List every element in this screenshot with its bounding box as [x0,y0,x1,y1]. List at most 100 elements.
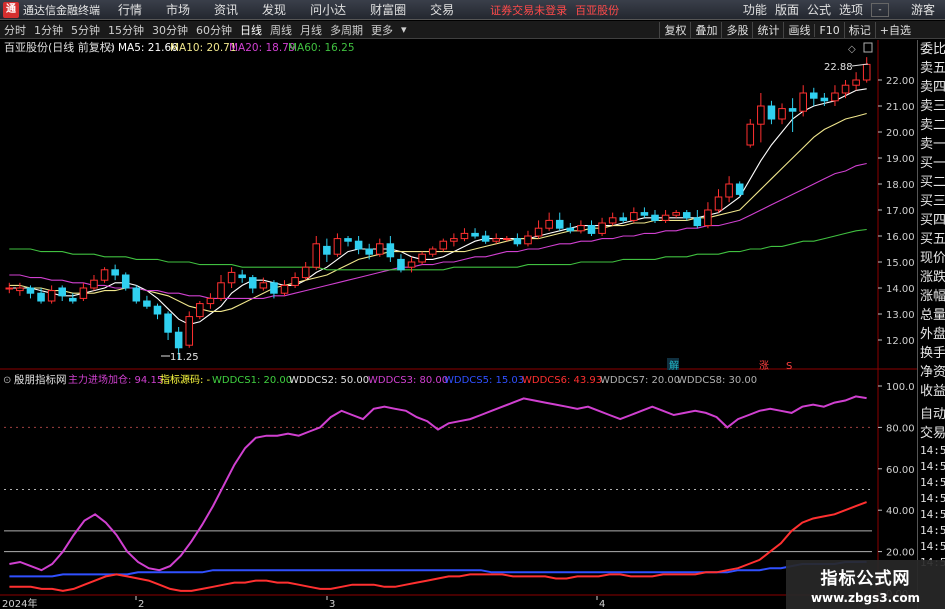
period-1min[interactable]: 1分钟 [30,22,67,38]
period-5min[interactable]: 5分钟 [67,22,104,38]
price-tick-label: 21.00 [886,102,915,113]
tick-time: 14:56 [920,492,945,505]
candle-body-up [291,277,299,286]
panel-trade[interactable]: 交易 [918,424,945,443]
candle-body-down [587,225,596,234]
menu-formula[interactable]: 公式 [807,1,831,18]
candle-body-up [534,227,543,237]
kline-chart-area[interactable]: 百亚股份(日线 前复权) ⊙ MA5: 21.66 MA10: 20.71 MA… [0,40,917,609]
event-marker-unlock[interactable]: 解 [669,359,679,372]
candle-body-down [153,305,162,315]
low-price-label: 11.25 [170,352,199,363]
tick-time: 14:56 [920,540,945,553]
price-tick-label: 17.00 [886,206,915,217]
panel-bid4[interactable]: 买四 [918,211,945,230]
panel-ask4[interactable]: 卖四 [918,78,945,97]
panel-ask5[interactable]: 卖五 [918,59,945,78]
panel-auto[interactable]: 自动 [918,405,945,424]
statistics-button[interactable]: 统计 [752,22,783,38]
f10-button[interactable]: F10 [814,23,843,37]
candle-body-up [746,123,755,146]
candle-body-up [418,253,426,263]
period-monthly[interactable]: 月线 [296,22,326,38]
period-intraday[interactable]: 分时 [0,22,30,38]
candle-body-down [481,235,490,242]
candle-body-up [100,269,109,281]
candle-body-up [375,243,384,255]
candle-body-down [693,217,702,227]
ma60-label: MA60: 16.25 [288,42,355,54]
candle-body-down [820,97,829,102]
period-multi[interactable]: 多周期 [326,22,367,38]
period-60min[interactable]: 60分钟 [192,22,236,38]
indicator-tick-label: 20.00 [886,548,915,559]
panel-ask1[interactable]: 卖一 [918,135,945,154]
wddcs5-label: WDDCS5: 15.03 [444,375,524,386]
candle-body-down [651,214,659,221]
watermark-url: www.zbgs3.com [810,591,921,605]
event-marker-s[interactable]: S [786,361,792,372]
candle-body-up [280,284,289,294]
candle-body-up [79,287,88,299]
adjust-button[interactable]: 复权 [659,22,690,38]
panel-bid2[interactable]: 买二 [918,173,945,192]
panel-bid1[interactable]: 买一 [918,154,945,173]
diamond-icon[interactable]: ◇ [848,44,856,55]
panel-current-price[interactable]: 现价 [918,249,945,268]
candle-body-down [238,274,246,279]
panel-bid5[interactable]: 买五 [918,230,945,249]
candle-body-up [206,297,215,305]
menu-discover[interactable]: 发现 [262,1,286,18]
candle-body-up [714,196,723,211]
period-daily[interactable]: 日线 [236,22,266,38]
add-watchlist-button[interactable]: +自选 [874,22,915,38]
minimize-button[interactable]: - [870,2,889,17]
panel-ask2[interactable]: 卖二 [918,116,945,135]
overlay-button[interactable]: 叠加 [690,22,721,38]
menu-layout[interactable]: 版面 [775,1,799,18]
mark-button[interactable]: 标记 [843,22,875,38]
guest-user[interactable]: 游客 [911,1,935,18]
panel-ask3[interactable]: 卖三 [918,97,945,116]
draw-line-button[interactable]: 画线 [783,22,814,38]
candle-body-down [555,219,564,229]
menu-trade[interactable]: 交易 [430,1,454,18]
menu-functions[interactable]: 功能 [743,1,767,18]
panel-bid3[interactable]: 买三 [918,192,945,211]
period-15min[interactable]: 15分钟 [104,22,148,38]
menu-market[interactable]: 市场 [166,1,190,18]
menu-wealth-circle[interactable]: 财富圈 [370,1,406,18]
chevron-down-icon[interactable]: ▾ [397,23,411,36]
multi-stock-button[interactable]: 多股 [721,22,752,38]
period-30min[interactable]: 30分钟 [148,22,192,38]
price-tick-label: 20.00 [886,128,915,139]
panel-turnover[interactable]: 换手 [918,344,945,363]
candle-body-down [809,92,818,99]
panel-net-assets[interactable]: 净资 [918,363,945,382]
ma20-label: MA20: 18.79 [229,42,296,54]
candle-body-up [503,238,511,241]
candle-body-down [69,297,77,302]
period-weekly[interactable]: 周线 [266,22,296,38]
menu-news[interactable]: 资讯 [214,1,238,18]
candle [196,301,204,320]
menu-ask-xiaoda[interactable]: 问小达 [310,1,346,18]
candle-body-up [862,63,871,81]
panel-total-volume[interactable]: 总量 [918,306,945,325]
panel-outer-volume[interactable]: 外盘 [918,325,945,344]
period-more[interactable]: 更多 [367,22,397,38]
event-marker-rise[interactable]: 涨 [759,360,769,372]
candle-body-up [598,222,606,234]
panel-change[interactable]: 涨跌 [918,268,945,287]
tick-time: 14:56 [920,476,945,489]
panel-change-pct[interactable]: 涨幅 [918,287,945,306]
indicator-settings-icon[interactable]: ⊙ [3,375,11,386]
panel-commission-ratio[interactable]: 委比 [918,40,945,59]
menu-market-quotes[interactable]: 行情 [118,1,142,18]
candle-body-up [227,271,236,284]
indicator-name: 殷朋指标网 [14,373,67,386]
panel-earnings[interactable]: 收益 [918,382,945,401]
menu-options[interactable]: 选项 [839,1,863,18]
trade-login-notice[interactable]: 证券交易未登录 [490,2,567,18]
settings-icon[interactable]: ⊙ [106,43,114,54]
